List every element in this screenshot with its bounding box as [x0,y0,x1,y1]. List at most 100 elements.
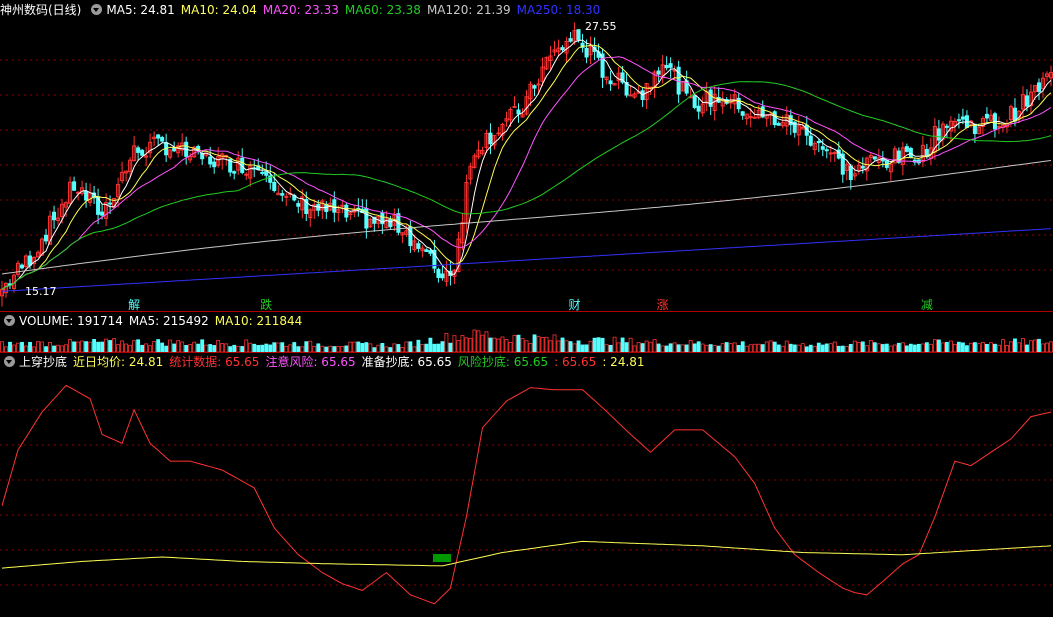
candle-body [136,147,141,153]
candle-body [496,132,501,135]
low-price-label: 15.17 [25,285,57,298]
volume-bar [480,334,485,353]
chart-svg[interactable]: 27.55 15.17 解 跌 财 涨 减 [0,0,1053,613]
volume-bar [856,342,861,353]
candle-body [44,234,49,242]
high-price-label: 27.55 [585,20,617,33]
volume-bar [116,344,121,353]
volume-bar [1001,339,1005,353]
volume-bar [12,344,16,353]
volume-bar [820,344,825,353]
volume-bar [20,341,24,353]
candle-body [284,195,289,198]
ma120-line [1,160,1052,275]
signal-badge-3: 涨 [657,297,669,312]
candle-body [296,203,301,207]
candle-body [816,140,821,144]
stock-title[interactable]: 神州数码(日线) [0,3,81,17]
volume-bar [488,337,493,353]
volume-bar [736,345,741,353]
volume-bar [600,337,605,353]
volume-bar [612,336,617,353]
volume-bar [100,341,105,353]
volume-bar [104,338,109,353]
volume-bar [672,342,677,353]
dropdown-icon[interactable] [91,4,103,15]
volume-bar [264,343,269,353]
volume-bar [84,341,89,353]
volume-bar [196,343,201,353]
volume-bar [436,343,441,353]
candle-body [212,161,217,168]
volume-bar [380,342,385,353]
dropdown-icon[interactable] [4,356,15,367]
volume-bar [824,343,829,353]
volume-bar [940,342,945,353]
volume-bar [132,340,137,353]
volume-bar [1013,338,1017,353]
volume-bar [648,341,653,353]
volume-bar [532,334,537,353]
volume-bar [124,343,129,353]
candle-body [944,125,949,128]
volume-bar [756,343,761,353]
candle-body [608,80,613,85]
volume-bar [308,340,313,353]
candle-body [696,105,701,112]
volume-bar [580,344,585,353]
volume-bar [724,342,729,353]
candle-body [668,63,673,68]
volume-bar [936,339,941,353]
volume-bar [452,335,457,353]
volume-bar [144,343,149,353]
volume-bar [140,344,145,353]
volume-bar [184,345,189,353]
volume-bar [216,339,221,353]
volume-bar [932,339,937,353]
volume-bar [420,344,425,353]
ma5-line [1,39,1052,290]
candle-body [532,85,537,89]
volume-label-0: VOLUME: 191714 [19,314,123,328]
volume-bar [56,344,60,353]
candle-body [664,64,669,69]
indicator-yellow-line [1,540,1052,569]
volume-bar [1033,339,1037,353]
volume-bar [656,343,661,353]
volume-bar [1021,338,1025,353]
candle-body [740,111,745,116]
candle-body [172,147,177,152]
volume-bar [356,341,361,353]
volume-bar [1049,341,1053,353]
volume-bar [256,345,261,353]
volume-bar [516,334,521,353]
volume-bar [636,342,641,353]
indicator-label-0: 上穿抄底 [19,355,68,369]
volume-bar [352,341,357,353]
candle-body [996,125,1001,128]
volume-bar [981,342,985,353]
volume-bar [708,344,713,353]
volume-bar [468,338,473,353]
dropdown-icon[interactable] [4,315,15,326]
volume-bar [560,337,565,353]
signal-badge-1: 跌 [260,297,272,312]
volume-bar [908,343,913,353]
ma-label-2: MA20: 23.33 [262,3,339,17]
volume-bar [868,340,873,353]
kline-stage[interactable]: 27.55 15.17 解 跌 财 涨 减 神州数码(日线) MA5: 24.81 MA10: … [0,0,1053,613]
volume-bar [1037,338,1041,353]
buy-signal-marker [433,554,451,562]
indicator-label-4: 准备抄底: 65.65 [361,355,452,369]
volume-bar [564,340,569,353]
volume-bar [1005,344,1009,353]
volume-bar [704,344,709,353]
volume-bar [68,339,72,353]
volume-bar [424,343,429,353]
volume-bar [36,341,40,353]
volume-bar [224,343,229,353]
volume-bar [872,342,877,353]
volume-bar [288,344,293,353]
volume-bar [828,343,833,353]
volume-bar [156,339,161,353]
